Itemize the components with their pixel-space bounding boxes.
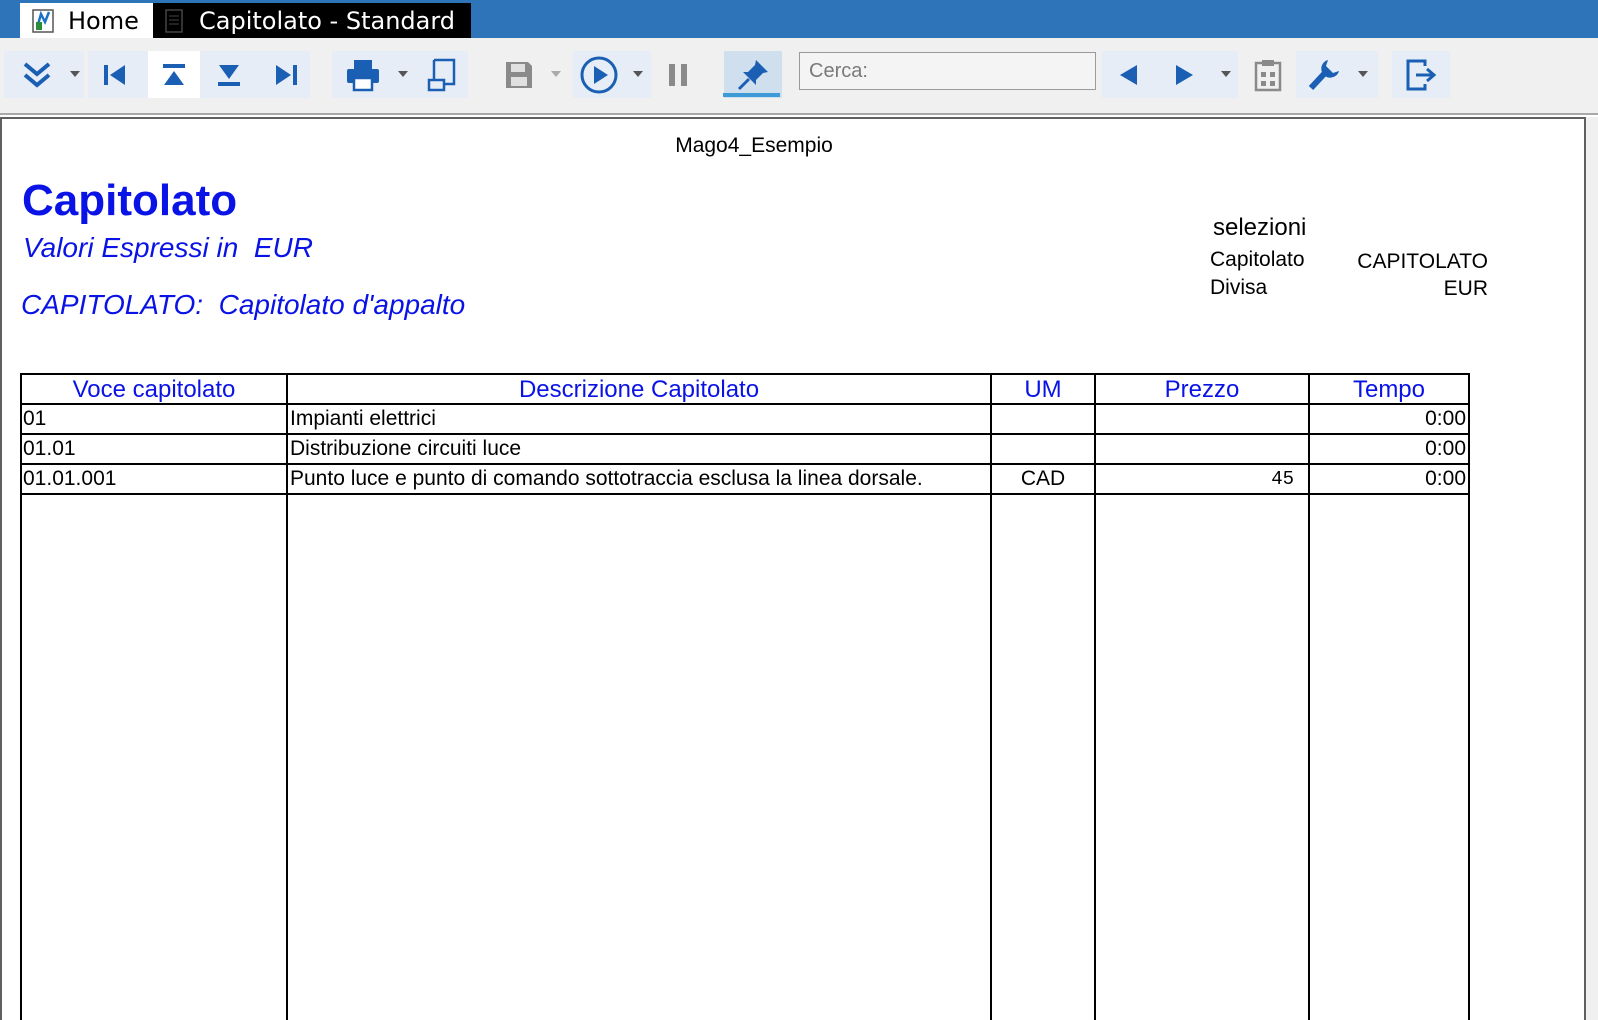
column-header-prezzo: Prezzo [1164, 376, 1240, 403]
expand-dropdown-caret-icon[interactable] [69, 69, 81, 79]
table-cell-um [992, 405, 1094, 433]
last-record-icon[interactable] [262, 51, 310, 98]
table-cell-prezzo: 45 [1271, 468, 1294, 490]
table-cell-tempo: 0:00 [1425, 407, 1466, 430]
table-cell-um [992, 435, 1094, 463]
title-bar: Home Capitolato - Standard [0, 0, 1598, 38]
tools-dropdown-caret-icon[interactable] [1357, 69, 1369, 79]
next-page-icon[interactable] [205, 51, 253, 98]
company-name: Mago4_Esempio [675, 134, 833, 157]
row-divider [20, 493, 1470, 495]
column-header-descrizione: Descrizione Capitolato [518, 376, 760, 403]
column-divider [286, 373, 288, 1020]
capitolato-line: CAPITOLATO: Capitolato d'appalto [21, 289, 466, 320]
search-next-icon[interactable] [1161, 51, 1209, 98]
search-prev-icon[interactable] [1104, 51, 1152, 98]
save-icon[interactable] [495, 51, 543, 98]
run-dropdown-caret-icon[interactable] [632, 69, 644, 79]
search-input[interactable] [799, 52, 1096, 90]
clipboard-icon[interactable] [1244, 51, 1292, 98]
search-dropdown-caret-icon[interactable] [1220, 69, 1232, 79]
previous-page-icon[interactable] [148, 51, 200, 98]
selection-value-capitolato: CAPITOLATO [1357, 250, 1488, 273]
save-dropdown-caret-icon[interactable] [550, 69, 562, 79]
report-title: Capitolato [22, 176, 238, 225]
tab-home-label: Home [68, 6, 139, 35]
pin-icon[interactable] [729, 51, 777, 98]
table-cell-prezzo [1096, 435, 1294, 463]
tools-icon[interactable] [1300, 51, 1348, 98]
pin-active-indicator [723, 93, 780, 97]
app-logo-icon [32, 8, 54, 34]
document-icon [163, 8, 185, 34]
table-cell-descrizione: Punto luce e punto di comando sottotracc… [290, 467, 923, 490]
table-cell-um: CAD [1020, 467, 1066, 490]
table-cell-tempo: 0:00 [1425, 437, 1466, 460]
tab-home[interactable]: Home [20, 3, 153, 38]
run-icon[interactable] [575, 51, 623, 98]
tab-capitolato-standard[interactable]: Capitolato - Standard [153, 3, 471, 38]
column-header-tempo: Tempo [1352, 376, 1426, 403]
exit-icon[interactable] [1397, 51, 1445, 98]
table-cell-descrizione: Distribuzione circuiti luce [290, 437, 522, 460]
first-record-icon[interactable] [91, 51, 139, 98]
print-icon[interactable] [339, 51, 387, 98]
table-cell-descrizione: Impianti elettrici [290, 407, 436, 430]
vertical-scrollbar[interactable] [1586, 117, 1598, 1020]
report-subtitle: Valori Espressi in EUR [23, 232, 313, 263]
table-cell-voce: 01.01 [23, 437, 76, 460]
selection-value-divisa: EUR [1443, 277, 1488, 300]
pause-icon[interactable] [654, 51, 702, 98]
selections-title: selezioni [1213, 214, 1307, 241]
expand-all-icon[interactable] [13, 51, 61, 98]
column-header-um: UM [1024, 376, 1062, 403]
tab-document-label: Capitolato - Standard [199, 6, 456, 35]
print-dropdown-caret-icon[interactable] [397, 69, 409, 79]
column-header-voce: Voce capitolato [72, 376, 236, 403]
selection-label-capitolato: Capitolato [1210, 248, 1305, 271]
table-cell-prezzo [1096, 405, 1294, 433]
table-cell-voce: 01.01.001 [23, 467, 117, 490]
print-preview-icon[interactable] [418, 51, 466, 98]
table-cell-tempo: 0:00 [1425, 467, 1466, 490]
selection-label-divisa: Divisa [1210, 276, 1268, 299]
table-cell-voce: 01 [23, 407, 47, 430]
